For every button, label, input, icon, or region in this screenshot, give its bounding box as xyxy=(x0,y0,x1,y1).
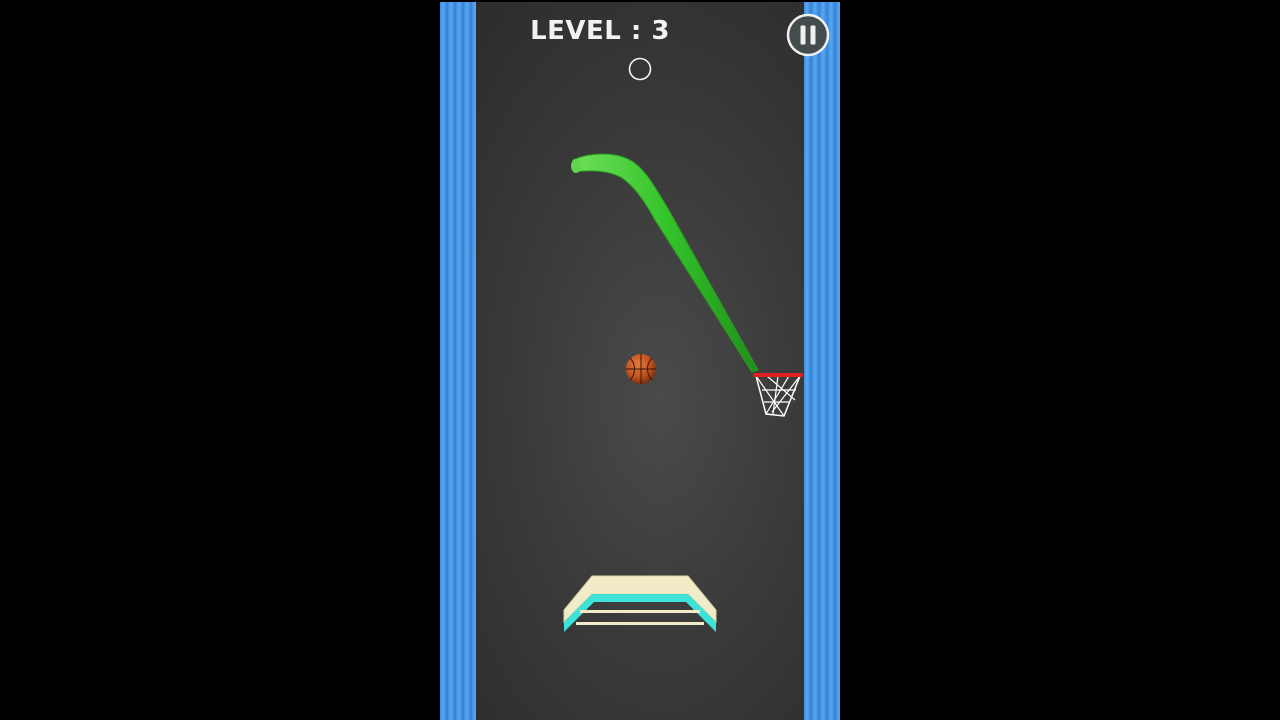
green-ramp xyxy=(572,153,759,373)
game-screen: LEVEL : 3 xyxy=(0,0,1280,720)
ramp-end-cap xyxy=(571,159,581,173)
pause-icon xyxy=(786,13,830,57)
aim-indicator xyxy=(628,57,652,81)
basketball xyxy=(626,354,656,384)
basketball-hoop xyxy=(753,373,803,417)
game-viewport[interactable]: LEVEL : 3 xyxy=(440,2,840,720)
level-label: LEVEL : 3 xyxy=(530,16,670,46)
hoop-rim xyxy=(753,373,803,377)
launcher-platform[interactable] xyxy=(562,572,718,634)
pause-button[interactable] xyxy=(786,13,830,57)
